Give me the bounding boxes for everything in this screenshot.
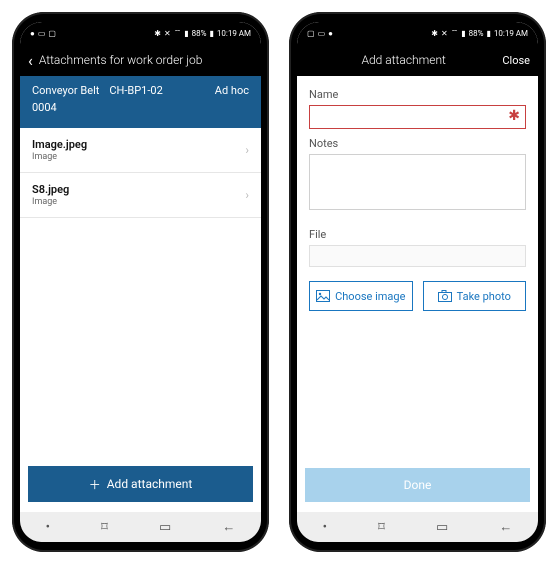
asset-code: CH-BP1-02 <box>109 84 162 97</box>
battery-text: 88% <box>192 29 207 38</box>
attachment-list: Image.jpeg Image › S8.jpeg Image › <box>20 128 261 466</box>
nav-recent-icon[interactable]: ⌑ <box>378 520 385 535</box>
cast-icon: ▢ <box>307 29 315 38</box>
page-title: Attachments for work order job <box>39 53 253 67</box>
attachment-form: Name ✱ Notes File Choose image <box>297 76 538 468</box>
asset-name: Conveyor Belt <box>32 84 99 97</box>
context-header: Conveyor Belt CH-BP1-02 Ad hoc 0004 <box>20 76 261 128</box>
choose-image-label: Choose image <box>335 290 405 303</box>
take-photo-label: Take photo <box>457 290 511 303</box>
battery-text: 88% <box>469 29 484 38</box>
file-field[interactable] <box>309 245 526 267</box>
phone-left: ● ▭ ▢ ✱ ✕ ⌔ ▮ 88% ▮ 10:19 AM ‹ Attachmen… <box>12 12 269 552</box>
nav-dot-icon: • <box>46 520 50 535</box>
bluetooth-icon: ✱ <box>154 29 161 38</box>
circle-icon: ● <box>30 29 35 38</box>
android-navbar: • ⌑ ▭ ← <box>297 512 538 542</box>
chevron-right-icon: › <box>245 143 249 157</box>
signal-icon: ▮ <box>461 29 465 38</box>
cast-icon: ▢ <box>48 29 56 38</box>
app-icon: ▭ <box>38 29 46 38</box>
name-label: Name <box>309 88 526 101</box>
battery-icon: ▮ <box>209 29 213 38</box>
wifi-icon: ⌔ <box>451 28 459 38</box>
file-type: Image <box>32 152 245 162</box>
list-item[interactable]: S8.jpeg Image › <box>20 173 261 218</box>
plus-icon: ＋ <box>89 476 101 493</box>
camera-icon <box>438 290 452 302</box>
circle-icon: ● <box>328 29 333 38</box>
status-bar: ▢ ▭ ● ✱ ✕ ⌔ ▮ 88% ▮ 10:19 AM <box>297 22 538 44</box>
nav-home-icon[interactable]: ▭ <box>436 520 448 535</box>
back-icon[interactable]: ‹ <box>28 51 33 70</box>
mute-icon: ✕ <box>441 29 448 38</box>
bluetooth-icon: ✱ <box>431 29 438 38</box>
choose-image-button[interactable]: Choose image <box>309 281 413 311</box>
battery-icon: ▮ <box>486 29 490 38</box>
nav-dot-icon: • <box>323 520 327 535</box>
file-name: S8.jpeg <box>32 183 245 196</box>
status-bar: ● ▭ ▢ ✱ ✕ ⌔ ▮ 88% ▮ 10:19 AM <box>20 22 261 44</box>
add-attachment-button[interactable]: ＋ Add attachment <box>28 466 253 502</box>
page-title: Add attachment <box>305 53 502 67</box>
chevron-right-icon: › <box>245 188 249 202</box>
nav-recent-icon[interactable]: ⌑ <box>101 520 108 535</box>
list-item[interactable]: Image.jpeg Image › <box>20 128 261 173</box>
app-header: Add attachment Close <box>297 44 538 76</box>
app-icon: ▭ <box>318 29 326 38</box>
take-photo-button[interactable]: Take photo <box>423 281 527 311</box>
nav-home-icon[interactable]: ▭ <box>159 520 171 535</box>
notes-input[interactable] <box>309 154 526 210</box>
signal-icon: ▮ <box>184 29 188 38</box>
required-asterisk-icon: ✱ <box>508 108 520 124</box>
image-icon <box>316 290 330 302</box>
name-input[interactable] <box>309 105 526 129</box>
job-type: Ad hoc <box>215 84 249 97</box>
file-type: Image <box>32 197 245 207</box>
file-label: File <box>309 228 526 241</box>
asset-number: 0004 <box>32 101 249 114</box>
clock-text: 10:19 AM <box>217 29 251 38</box>
done-label: Done <box>404 478 432 492</box>
app-header: ‹ Attachments for work order job <box>20 44 261 76</box>
nav-back-icon[interactable]: ← <box>222 519 235 535</box>
mute-icon: ✕ <box>164 29 171 38</box>
nav-back-icon[interactable]: ← <box>499 519 512 535</box>
wifi-icon: ⌔ <box>174 28 182 38</box>
clock-text: 10:19 AM <box>494 29 528 38</box>
close-button[interactable]: Close <box>502 54 530 67</box>
file-name: Image.jpeg <box>32 138 245 151</box>
android-navbar: • ⌑ ▭ ← <box>20 512 261 542</box>
notes-label: Notes <box>309 137 526 150</box>
phone-right: ▢ ▭ ● ✱ ✕ ⌔ ▮ 88% ▮ 10:19 AM Add attachm… <box>289 12 546 552</box>
add-attachment-label: Add attachment <box>107 477 193 491</box>
done-button[interactable]: Done <box>305 468 530 502</box>
